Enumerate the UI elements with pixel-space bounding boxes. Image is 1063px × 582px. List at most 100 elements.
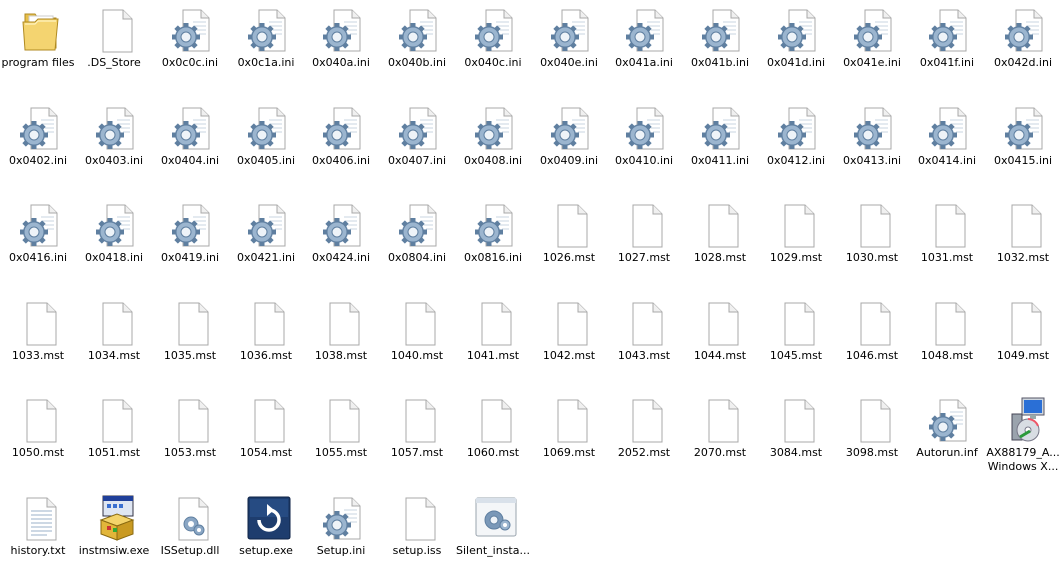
- file-item[interactable]: setup.iss: [379, 490, 455, 582]
- file-item[interactable]: 1028.mst: [682, 197, 758, 289]
- file-item[interactable]: Setup.ini: [303, 490, 379, 582]
- file-item[interactable]: Silent_insta...: [455, 490, 531, 582]
- file-item[interactable]: 1057.mst: [379, 392, 455, 484]
- file-item[interactable]: 0x0c0c.ini: [152, 2, 228, 94]
- file-name-line: 1033.mst: [11, 349, 65, 362]
- file-item[interactable]: 1050.mst: [0, 392, 76, 484]
- file-item[interactable]: 0x0402.ini: [0, 100, 76, 192]
- file-item[interactable]: 0x0407.ini: [379, 100, 455, 192]
- file-item[interactable]: 1033.mst: [0, 295, 76, 387]
- file-item[interactable]: 1026.mst: [531, 197, 607, 289]
- file-item[interactable]: 0x041f.ini: [909, 2, 985, 94]
- file-item[interactable]: 0x0416.ini: [0, 197, 76, 289]
- file-name-label: 0x0418.ini: [72, 251, 156, 265]
- file-name-line: 0x0419.ini: [160, 251, 220, 264]
- file-item[interactable]: 0x0412.ini: [758, 100, 834, 192]
- file-item[interactable]: 3084.mst: [758, 392, 834, 484]
- file-item[interactable]: 0x0411.ini: [682, 100, 758, 192]
- file-item[interactable]: 1053.mst: [152, 392, 228, 484]
- file-item[interactable]: 0x0418.ini: [76, 197, 152, 289]
- file-item[interactable]: 0x041e.ini: [834, 2, 910, 94]
- settings-file-icon: [322, 494, 366, 542]
- settings-file-icon: [171, 104, 215, 152]
- file-item[interactable]: 0x0414.ini: [909, 100, 985, 192]
- file-item[interactable]: 0x0419.ini: [152, 197, 228, 289]
- file-item[interactable]: history.txt: [0, 490, 76, 582]
- file-item[interactable]: 0x040e.ini: [531, 2, 607, 94]
- file-item[interactable]: 1027.mst: [606, 197, 682, 289]
- file-item[interactable]: 1043.mst: [606, 295, 682, 387]
- file-item[interactable]: 3098.mst: [834, 392, 910, 484]
- file-item[interactable]: 2052.mst: [606, 392, 682, 484]
- file-name-label: history.txt: [0, 544, 80, 558]
- file-item[interactable]: 1054.mst: [228, 392, 304, 484]
- file-name-label: 0x0412.ini: [754, 154, 838, 168]
- file-item[interactable]: 1045.mst: [758, 295, 834, 387]
- file-item[interactable]: 1038.mst: [303, 295, 379, 387]
- file-name-label: 1050.mst: [0, 446, 80, 460]
- file-item[interactable]: .DS_Store: [76, 2, 152, 94]
- file-item[interactable]: 1051.mst: [76, 392, 152, 484]
- file-name-label: setup.exe: [224, 544, 308, 558]
- file-item[interactable]: 0x0421.ini: [228, 197, 304, 289]
- blank-document-icon: [474, 299, 518, 347]
- blank-document-icon: [95, 299, 139, 347]
- file-item[interactable]: 1042.mst: [531, 295, 607, 387]
- file-item[interactable]: 1044.mst: [682, 295, 758, 387]
- file-item[interactable]: 1036.mst: [228, 295, 304, 387]
- file-item[interactable]: 0x040a.ini: [303, 2, 379, 94]
- file-name-line: Setup.ini: [316, 544, 366, 557]
- file-name-label: 1044.mst: [678, 349, 762, 363]
- file-name-label: program files: [0, 56, 80, 70]
- file-item[interactable]: instmsiw.exe: [76, 490, 152, 582]
- file-item[interactable]: 0x041a.ini: [606, 2, 682, 94]
- settings-file-icon: [398, 201, 442, 249]
- file-item[interactable]: 1031.mst: [909, 197, 985, 289]
- file-item[interactable]: 1032.mst: [985, 197, 1061, 289]
- file-item[interactable]: 0x0408.ini: [455, 100, 531, 192]
- file-name-line: 0x0816.ini: [463, 251, 523, 264]
- file-item[interactable]: 1048.mst: [909, 295, 985, 387]
- file-item[interactable]: 0x040c.ini: [455, 2, 531, 94]
- file-name-line: 0x0409.ini: [539, 154, 599, 167]
- file-item[interactable]: 0x0405.ini: [228, 100, 304, 192]
- file-item[interactable]: 0x041b.ini: [682, 2, 758, 94]
- file-item[interactable]: 0x0804.ini: [379, 197, 455, 289]
- file-item[interactable]: 0x042d.ini: [985, 2, 1061, 94]
- file-item[interactable]: Autorun.inf: [909, 392, 985, 484]
- file-item[interactable]: 0x0c1a.ini: [228, 2, 304, 94]
- file-item[interactable]: 1029.mst: [758, 197, 834, 289]
- file-item[interactable]: 0x0409.ini: [531, 100, 607, 192]
- file-item[interactable]: 0x0404.ini: [152, 100, 228, 192]
- file-item[interactable]: 2070.mst: [682, 392, 758, 484]
- file-name-label: 0x0415.ini: [981, 154, 1063, 168]
- file-item[interactable]: 1035.mst: [152, 295, 228, 387]
- file-item[interactable]: 1049.mst: [985, 295, 1061, 387]
- file-item[interactable]: 1069.mst: [531, 392, 607, 484]
- file-name-line: 1048.mst: [920, 349, 974, 362]
- file-item[interactable]: 0x0424.ini: [303, 197, 379, 289]
- file-item[interactable]: ISSetup.dll: [152, 490, 228, 582]
- file-item[interactable]: 0x0406.ini: [303, 100, 379, 192]
- blank-document-icon: [701, 201, 745, 249]
- file-item[interactable]: 1041.mst: [455, 295, 531, 387]
- blank-document-icon: [322, 299, 366, 347]
- file-item[interactable]: 0x0415.ini: [985, 100, 1061, 192]
- file-item[interactable]: 1030.mst: [834, 197, 910, 289]
- file-item[interactable]: 1046.mst: [834, 295, 910, 387]
- file-item[interactable]: 1055.mst: [303, 392, 379, 484]
- file-item[interactable]: setup.exe: [228, 490, 304, 582]
- file-item[interactable]: 0x0816.ini: [455, 197, 531, 289]
- file-item[interactable]: program files: [0, 2, 76, 94]
- file-item[interactable]: 0x0403.ini: [76, 100, 152, 192]
- file-item[interactable]: 1040.mst: [379, 295, 455, 387]
- file-item[interactable]: 1060.mst: [455, 392, 531, 484]
- file-item[interactable]: 0x0410.ini: [606, 100, 682, 192]
- file-item[interactable]: 0x041d.ini: [758, 2, 834, 94]
- file-item[interactable]: 1034.mst: [76, 295, 152, 387]
- file-name-line: 1030.mst: [845, 251, 899, 264]
- file-item[interactable]: AX88179_A... Windows X...: [985, 392, 1061, 484]
- file-item[interactable]: 0x040b.ini: [379, 2, 455, 94]
- file-item[interactable]: 0x0413.ini: [834, 100, 910, 192]
- file-name-label: instmsiw.exe: [72, 544, 156, 558]
